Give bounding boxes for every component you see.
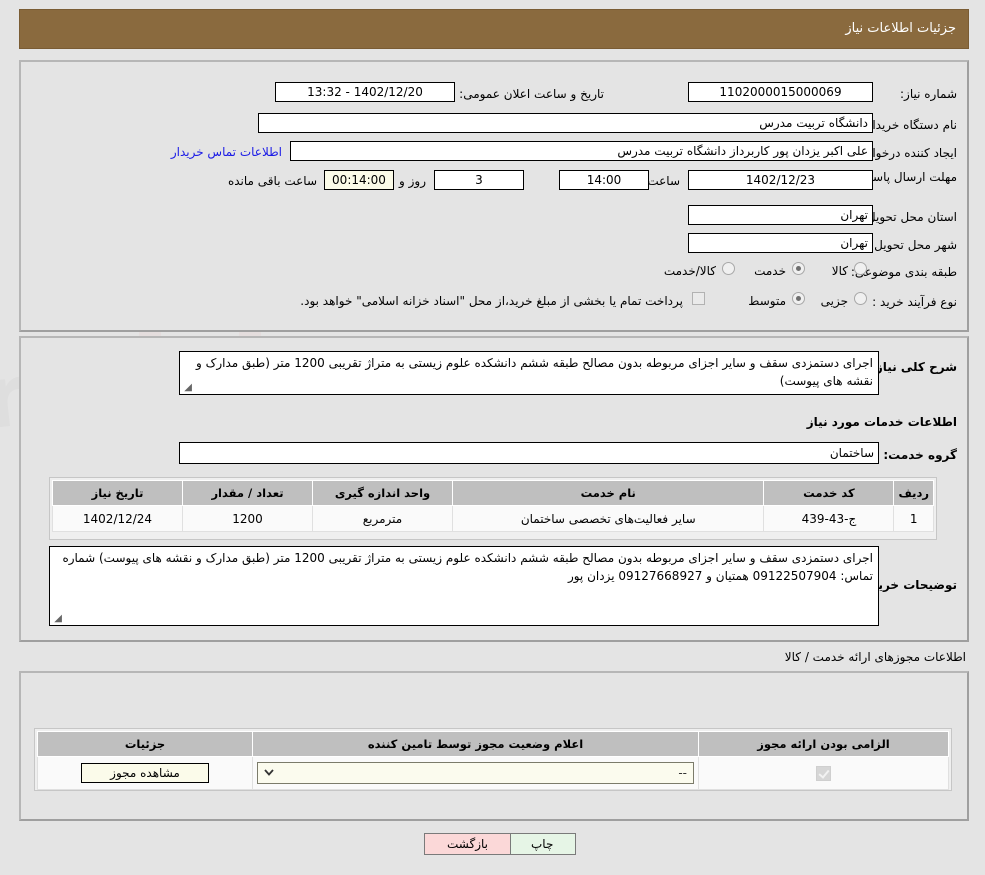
creator-value[interactable]: علی اکبر یزدان پور کاربرداز دانشگاه تربی… [290,141,873,161]
permits-table-header-row: الزامی بودن ارائه مجوز اعلام وضعیت مجوز … [37,731,949,757]
permits-section-title: اطلاعات مجوزهای ارائه خدمت / کالا [784,650,966,664]
th-permit-required: الزامی بودن ارائه مجوز [698,731,949,757]
permit-required-checkbox[interactable] [816,765,831,781]
announce-value[interactable]: 1402/12/20 - 13:32 [275,82,455,102]
description-label: شرح کلی نیاز: [871,360,957,374]
province-label: استان محل تحویل: [862,210,957,224]
city-label: شهر محل تحویل: [870,238,957,252]
days-label: روز و [399,174,426,188]
treasury-note: پرداخت تمام یا بخشی از مبلغ خرید،از محل … [300,294,683,308]
th-date: تاریخ نیاز [52,480,183,506]
service-group-value[interactable]: ساختمان [179,442,879,464]
radio-process-jozi-label: جزیی [820,294,848,308]
process-label: نوع فرآیند خرید : [872,295,957,309]
service-details-panel: شرح کلی نیاز: اجرای دستمزدی سقف و سایر ا… [19,336,969,642]
announce-label: تاریخ و ساعت اعلان عمومی: [459,87,604,101]
radio-category-kala[interactable] [854,262,867,275]
buyer-org-value[interactable]: دانشگاه تربیت مدرس [258,113,873,133]
hour-label: ساعت [647,174,680,188]
page-title: جزئیات اطلاعات نیاز [845,21,956,36]
permit-status-select[interactable]: -- [257,762,694,784]
cell-permit-details: مشاهده مجوز [37,756,253,790]
permits-table: الزامی بودن ارائه مجوز اعلام وضعیت مجوز … [37,731,949,790]
permit-status-value: -- [678,766,687,780]
radio-process-motevaset[interactable] [792,292,805,305]
remaining-label: ساعت باقی مانده [227,174,317,188]
radio-category-kala-khedmat-label: کالا/خدمت [663,264,716,278]
radio-category-kala-label: کالا [831,264,848,278]
deadline-date[interactable]: 1402/12/23 [688,170,873,190]
buyer-notes-textarea[interactable]: اجرای دستمزدی سقف و سایر اجزای مربوطه بد… [49,546,879,626]
cell-date: 1402/12/24 [52,505,183,532]
cell-row: 1 [893,505,934,532]
services-table-wrap: ردیف کد خدمت نام خدمت واحد اندازه گیری ت… [49,477,937,540]
cell-name: سایر فعالیت‌های تخصصی ساختمان [451,505,765,532]
th-unit: واحد اندازه گیری [312,480,453,506]
days-remaining-value[interactable]: 3 [434,170,524,190]
radio-process-jozi[interactable] [854,292,867,305]
cell-permit-status: -- [252,756,699,790]
resize-grip-icon-2[interactable]: ◢ [53,614,62,624]
table-row: -- مشاهده مجوز [37,756,949,790]
services-table-header-row: ردیف کد خدمت نام خدمت واحد اندازه گیری ت… [52,480,934,506]
deadline-label: مهلت ارسال پاسخ: تا تاریخ: [818,170,957,184]
cell-permit-required [698,756,949,790]
cell-qty: 1200 [182,505,313,532]
permits-panel: الزامی بودن ارائه مجوز اعلام وضعیت مجوز … [19,671,969,821]
need-info-panel: شماره نیاز: 1102000015000069 تاریخ و ساع… [19,60,969,332]
page-root: AriaTender.net جزئیات اطلاعات نیاز شماره… [0,0,985,875]
th-permit-status: اعلام وضعیت مجوز توسط تامین کننده [252,731,699,757]
treasury-checkbox[interactable] [692,292,705,305]
description-value: اجرای دستمزدی سقف و سایر اجزای مربوطه بد… [196,356,873,388]
need-number-label: شماره نیاز: [900,87,957,101]
description-textarea[interactable]: اجرای دستمزدی سقف و سایر اجزای مربوطه بد… [179,351,879,395]
remaining-time-value[interactable]: 00:14:00 [324,170,394,190]
back-button[interactable]: بازگشت [424,833,511,855]
th-qty: تعداد / مقدار [182,480,313,506]
buyer-contact-link[interactable]: اطلاعات تماس خریدار [171,145,282,159]
resize-grip-icon[interactable]: ◢ [183,383,192,393]
services-table: ردیف کد خدمت نام خدمت واحد اندازه گیری ت… [52,480,934,532]
th-code: کد خدمت [763,480,895,506]
header-bar: جزئیات اطلاعات نیاز [19,9,969,49]
radio-category-kala-khedmat[interactable] [722,262,735,275]
need-number-value[interactable]: 1102000015000069 [688,82,873,102]
cell-code: ج-43-439 [763,505,895,532]
service-group-label: گروه خدمت: [883,448,957,462]
print-button[interactable]: چاپ [508,833,577,855]
table-row: 1 ج-43-439 سایر فعالیت‌های تخصصی ساختمان… [52,505,934,532]
province-value[interactable]: تهران [688,205,873,225]
city-value[interactable]: تهران [688,233,873,253]
cell-unit: مترمربع [312,505,453,532]
th-row: ردیف [893,480,934,506]
chevron-down-icon [264,769,274,776]
permits-table-wrap: الزامی بودن ارائه مجوز اعلام وضعیت مجوز … [34,728,952,791]
buyer-org-label: نام دستگاه خریدار: [862,118,958,132]
th-name: نام خدمت [451,480,765,506]
th-permit-details: جزئیات [37,731,253,757]
services-section-title: اطلاعات خدمات مورد نیاز [806,415,957,429]
radio-category-khedmat-label: خدمت [754,264,786,278]
radio-process-motevaset-label: متوسط [748,294,786,308]
deadline-time[interactable]: 14:00 [559,170,649,190]
buyer-notes-value: اجرای دستمزدی سقف و سایر اجزای مربوطه بد… [62,551,873,583]
view-permit-button[interactable]: مشاهده مجوز [81,763,209,783]
radio-category-khedmat[interactable] [792,262,805,275]
